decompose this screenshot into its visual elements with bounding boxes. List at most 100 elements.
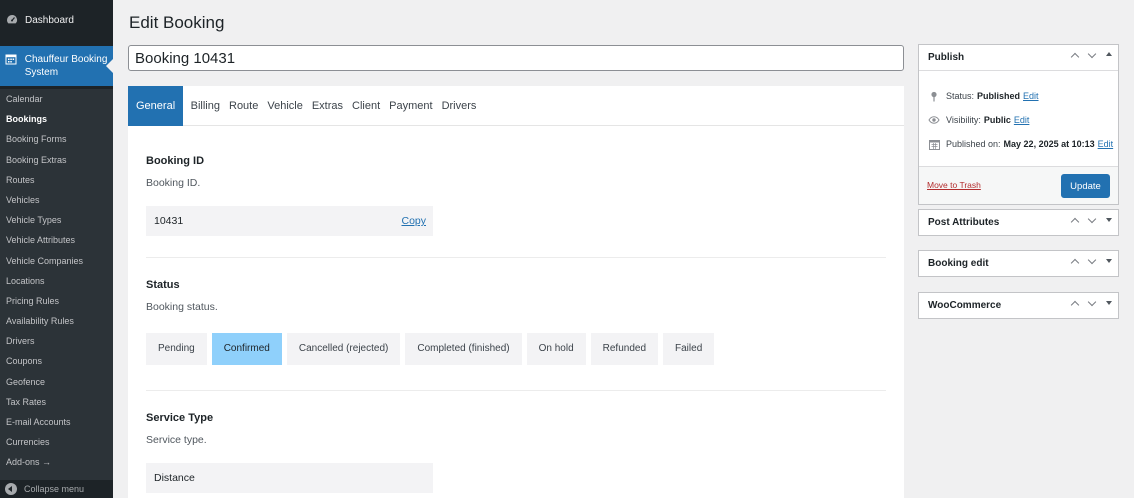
submenu-booking-extras[interactable]: Booking Extras (0, 150, 113, 170)
visibility-value: Public (983, 115, 1011, 125)
move-up-icon[interactable] (1071, 216, 1080, 225)
toggle-panel-icon[interactable] (1105, 299, 1113, 307)
menu-current-label: Chauffeur Booking System (24, 54, 108, 78)
status-desc: Booking status. (146, 301, 218, 313)
calendar-icon (928, 138, 940, 150)
post-title-input[interactable] (128, 45, 904, 71)
submenu-locations[interactable]: Locations (0, 271, 113, 291)
status-completed[interactable]: Completed (finished) (405, 333, 522, 365)
eye-icon (928, 114, 940, 126)
move-up-icon[interactable] (1071, 51, 1080, 60)
submenu-vehicle-attributes[interactable]: Vehicle Attributes (0, 230, 113, 250)
admin-sidebar: Dashboard Chauffeur Booking System Calen… (0, 0, 113, 498)
status-confirmed[interactable]: Confirmed (211, 333, 282, 365)
copy-booking-id-link[interactable]: Copy (401, 215, 426, 227)
published-label: Published on: (946, 139, 1001, 149)
submenu: Calendar Bookings Booking Forms Booking … (0, 89, 113, 480)
submenu-routes[interactable]: Routes (0, 170, 113, 190)
edit-status-link[interactable]: Edit (1023, 91, 1039, 101)
tab-billing[interactable]: Billing (186, 86, 224, 126)
woocommerce-title: WooCommerce (928, 300, 1002, 311)
booking-id-title: Booking ID (146, 155, 205, 167)
booking-edit-box: Booking edit (918, 250, 1119, 277)
publish-box-header: Publish (919, 45, 1118, 70)
collapse-menu-button[interactable]: Collapse menu (0, 480, 113, 498)
status-cancelled[interactable]: Cancelled (rejected) (286, 333, 401, 365)
booking-edit-title: Booking edit (928, 258, 989, 269)
update-button[interactable]: Update (1061, 174, 1110, 198)
toggle-panel-icon[interactable] (1105, 51, 1113, 59)
service-type-field[interactable]: Distance (146, 463, 433, 493)
move-down-icon[interactable] (1088, 257, 1097, 266)
tab-general[interactable]: General (128, 86, 184, 126)
tab-client[interactable]: Client (348, 86, 385, 126)
tab-bar: General Billing Route Vehicle Extras Cli… (128, 86, 904, 126)
tab-payment[interactable]: Payment (385, 86, 437, 126)
service-type-title: Service Type (146, 412, 214, 424)
submenu-availability-rules[interactable]: Availability Rules (0, 311, 113, 331)
calendar-icon (5, 53, 19, 67)
submenu-add-ons[interactable]: Add-ons → (0, 452, 113, 472)
move-down-icon[interactable] (1088, 51, 1097, 60)
publish-visibility-row: Visibility: Public Edit (928, 114, 1029, 126)
status-title: Status (146, 279, 180, 291)
pin-icon (928, 90, 940, 102)
publish-actions: Move to Trash Update (919, 166, 1118, 204)
submenu-calendar[interactable]: Calendar (0, 89, 113, 109)
move-up-icon[interactable] (1071, 257, 1080, 266)
dashboard-icon (5, 13, 19, 27)
status-refunded[interactable]: Refunded (590, 333, 659, 365)
tab-drivers[interactable]: Drivers (437, 86, 481, 126)
submenu-drivers[interactable]: Drivers (0, 331, 113, 351)
move-to-trash-link[interactable]: Move to Trash (927, 180, 981, 190)
submenu-email-accounts[interactable]: E-mail Accounts (0, 412, 113, 432)
submenu-geofence[interactable]: Geofence (0, 372, 113, 392)
move-up-icon[interactable] (1071, 299, 1080, 308)
toggle-panel-icon[interactable] (1105, 216, 1113, 224)
submenu-coupons[interactable]: Coupons (0, 351, 113, 371)
submenu-tax-rates[interactable]: Tax Rates (0, 392, 113, 412)
published-value: May 22, 2025 at 10:13 (1003, 139, 1095, 149)
submenu-bookings[interactable]: Bookings (0, 109, 113, 129)
status-pending[interactable]: Pending (146, 333, 207, 365)
move-down-icon[interactable] (1088, 299, 1097, 308)
menu-chauffeur-booking-system[interactable]: Chauffeur Booking System (0, 46, 113, 86)
submenu-vehicle-types[interactable]: Vehicle Types (0, 210, 113, 230)
booking-panel: General Billing Route Vehicle Extras Cli… (128, 86, 904, 498)
submenu-vehicle-companies[interactable]: Vehicle Companies (0, 251, 113, 271)
post-attributes-box: Post Attributes (918, 209, 1119, 236)
edit-date-link[interactable]: Edit (1098, 139, 1114, 149)
booking-id-field: 10431 Copy (146, 206, 433, 236)
edit-visibility-link[interactable]: Edit (1014, 115, 1030, 125)
menu-dashboard-label: Dashboard (25, 14, 74, 26)
status-failed[interactable]: Failed (663, 333, 715, 365)
tab-route[interactable]: Route (225, 86, 263, 126)
section-divider (146, 390, 886, 391)
page-title: Edit Booking (129, 13, 225, 32)
booking-id-value: 10431 (154, 215, 184, 227)
menu-dashboard[interactable]: Dashboard (0, 6, 113, 34)
move-down-icon[interactable] (1088, 216, 1097, 225)
submenu-booking-forms[interactable]: Booking Forms (0, 129, 113, 149)
status-value: Published (977, 91, 1021, 101)
tab-extras[interactable]: Extras (307, 86, 347, 126)
post-attributes-header[interactable]: Post Attributes (919, 210, 1118, 235)
booking-edit-header[interactable]: Booking edit (919, 251, 1118, 276)
service-type-desc: Service type. (146, 434, 207, 446)
section-divider (146, 257, 886, 258)
woocommerce-box: WooCommerce (918, 292, 1119, 319)
status-on-hold[interactable]: On hold (526, 333, 586, 365)
booking-id-desc: Booking ID. (146, 177, 201, 189)
woocommerce-header[interactable]: WooCommerce (919, 293, 1118, 318)
submenu-currencies[interactable]: Currencies (0, 432, 113, 452)
toggle-panel-icon[interactable] (1105, 257, 1113, 265)
submenu-pricing-rules[interactable]: Pricing Rules (0, 291, 113, 311)
submenu-vehicles[interactable]: Vehicles (0, 190, 113, 210)
collapse-menu-label: Collapse menu (24, 484, 85, 494)
publish-box-body: Status: Published Edit Visibility: Publi… (919, 70, 1118, 166)
tab-vehicle[interactable]: Vehicle (263, 86, 307, 126)
publish-status-row: Status: Published Edit (928, 90, 1039, 102)
publish-box: Publish Status: Published Edit Visibilit… (918, 44, 1119, 205)
status-options: Pending Confirmed Cancelled (rejected) C… (146, 333, 715, 365)
service-type-value: Distance (154, 472, 195, 484)
